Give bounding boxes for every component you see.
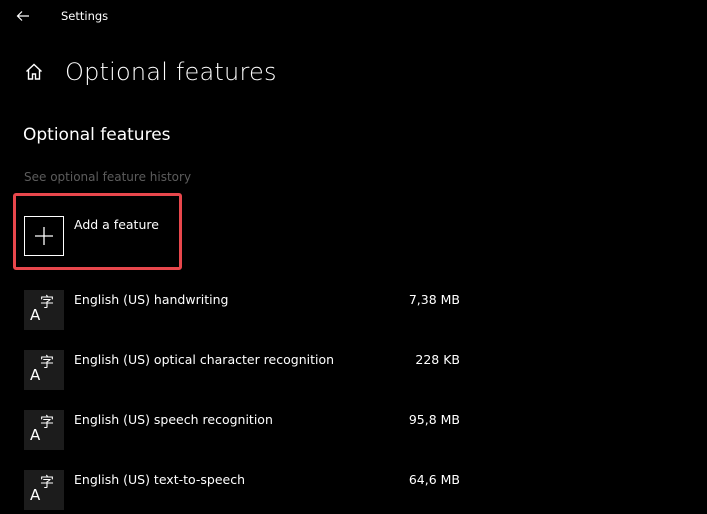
language-icon: A 字 [24, 470, 64, 510]
app-title: Settings [61, 9, 109, 23]
feature-name: English (US) speech recognition [74, 412, 273, 427]
home-icon [26, 63, 42, 80]
feature-item-speech-recognition[interactable]: A 字 English (US) speech recognition 95,8… [24, 410, 464, 454]
page-title: Optional features [65, 58, 277, 86]
feature-item-ocr[interactable]: A 字 English (US) optical character recog… [24, 350, 464, 394]
title-bar: Settings [0, 0, 707, 32]
feature-name: English (US) optical character recogniti… [74, 352, 335, 367]
back-arrow-icon [16, 11, 29, 21]
feature-size: 64,6 MB [408, 472, 460, 487]
add-feature-tile [24, 216, 64, 256]
feature-name: English (US) text-to-speech [74, 472, 246, 487]
add-feature-button[interactable]: Add a feature [24, 216, 174, 256]
feature-size: 7,38 MB [408, 292, 460, 307]
feature-name: English (US) handwriting [74, 292, 229, 307]
plus-icon [35, 227, 53, 245]
feature-size: 228 KB [415, 352, 460, 367]
feature-item-text-to-speech[interactable]: A 字 English (US) text-to-speech 64,6 MB [24, 470, 464, 514]
feature-item-handwriting[interactable]: A 字 English (US) handwriting 7,38 MB [24, 290, 464, 334]
language-icon: A 字 [24, 410, 64, 450]
home-button[interactable] [24, 62, 44, 82]
language-icon: A 字 [24, 350, 64, 390]
feature-history-link[interactable]: See optional feature history [24, 169, 191, 185]
feature-size: 95,8 MB [408, 412, 460, 427]
section-title: Optional features [23, 125, 171, 145]
add-feature-label: Add a feature [74, 217, 159, 232]
language-icon: A 字 [24, 290, 64, 330]
back-button[interactable] [12, 6, 34, 26]
